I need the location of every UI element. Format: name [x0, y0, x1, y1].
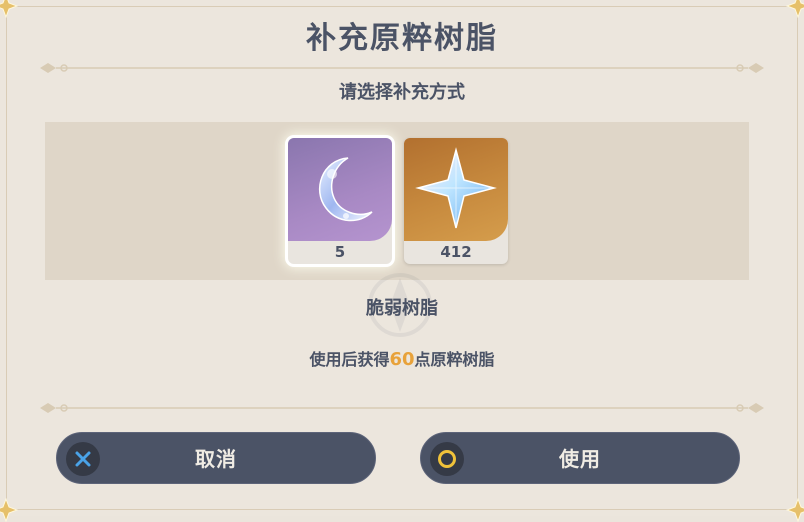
primogem-option[interactable]: 412: [404, 138, 508, 264]
selected-item-description: 使用后获得60点原粹树脂: [0, 347, 804, 373]
cancel-button-label: 取消: [195, 447, 237, 471]
use-button[interactable]: 使用: [420, 432, 740, 484]
desc-amount: 60: [389, 349, 415, 370]
dialog-subtitle: 请选择补充方式: [339, 82, 465, 103]
primogem-star-icon: [415, 147, 497, 229]
ornament-divider: [36, 401, 768, 415]
item-art: [404, 138, 508, 241]
dialog-title: 补充原粹树脂: [306, 21, 498, 56]
corner-star-icon: [786, 498, 804, 522]
desc-suffix: 点原粹树脂: [414, 350, 495, 369]
options-band: [45, 122, 749, 280]
desc-prefix: 使用后获得: [309, 350, 390, 369]
option-count: 5: [334, 243, 346, 261]
ornament-divider: [36, 61, 768, 75]
fragile-resin-option[interactable]: 5: [288, 138, 392, 264]
use-button-label: 使用: [559, 447, 601, 471]
corner-star-icon: [786, 0, 804, 18]
corner-star-icon: [0, 0, 18, 18]
corner-star-icon: [0, 498, 18, 522]
refill-resin-dialog: 补充原粹树脂 请选择补充方式 5 412 脆弱树脂 使用后获得60点原粹树脂 取…: [0, 0, 804, 522]
moon-crescent-icon: [318, 157, 373, 222]
item-art: [288, 138, 392, 241]
cancel-button[interactable]: 取消: [56, 432, 376, 484]
option-count: 412: [440, 243, 472, 261]
selected-item-name: 脆弱树脂: [366, 298, 438, 319]
